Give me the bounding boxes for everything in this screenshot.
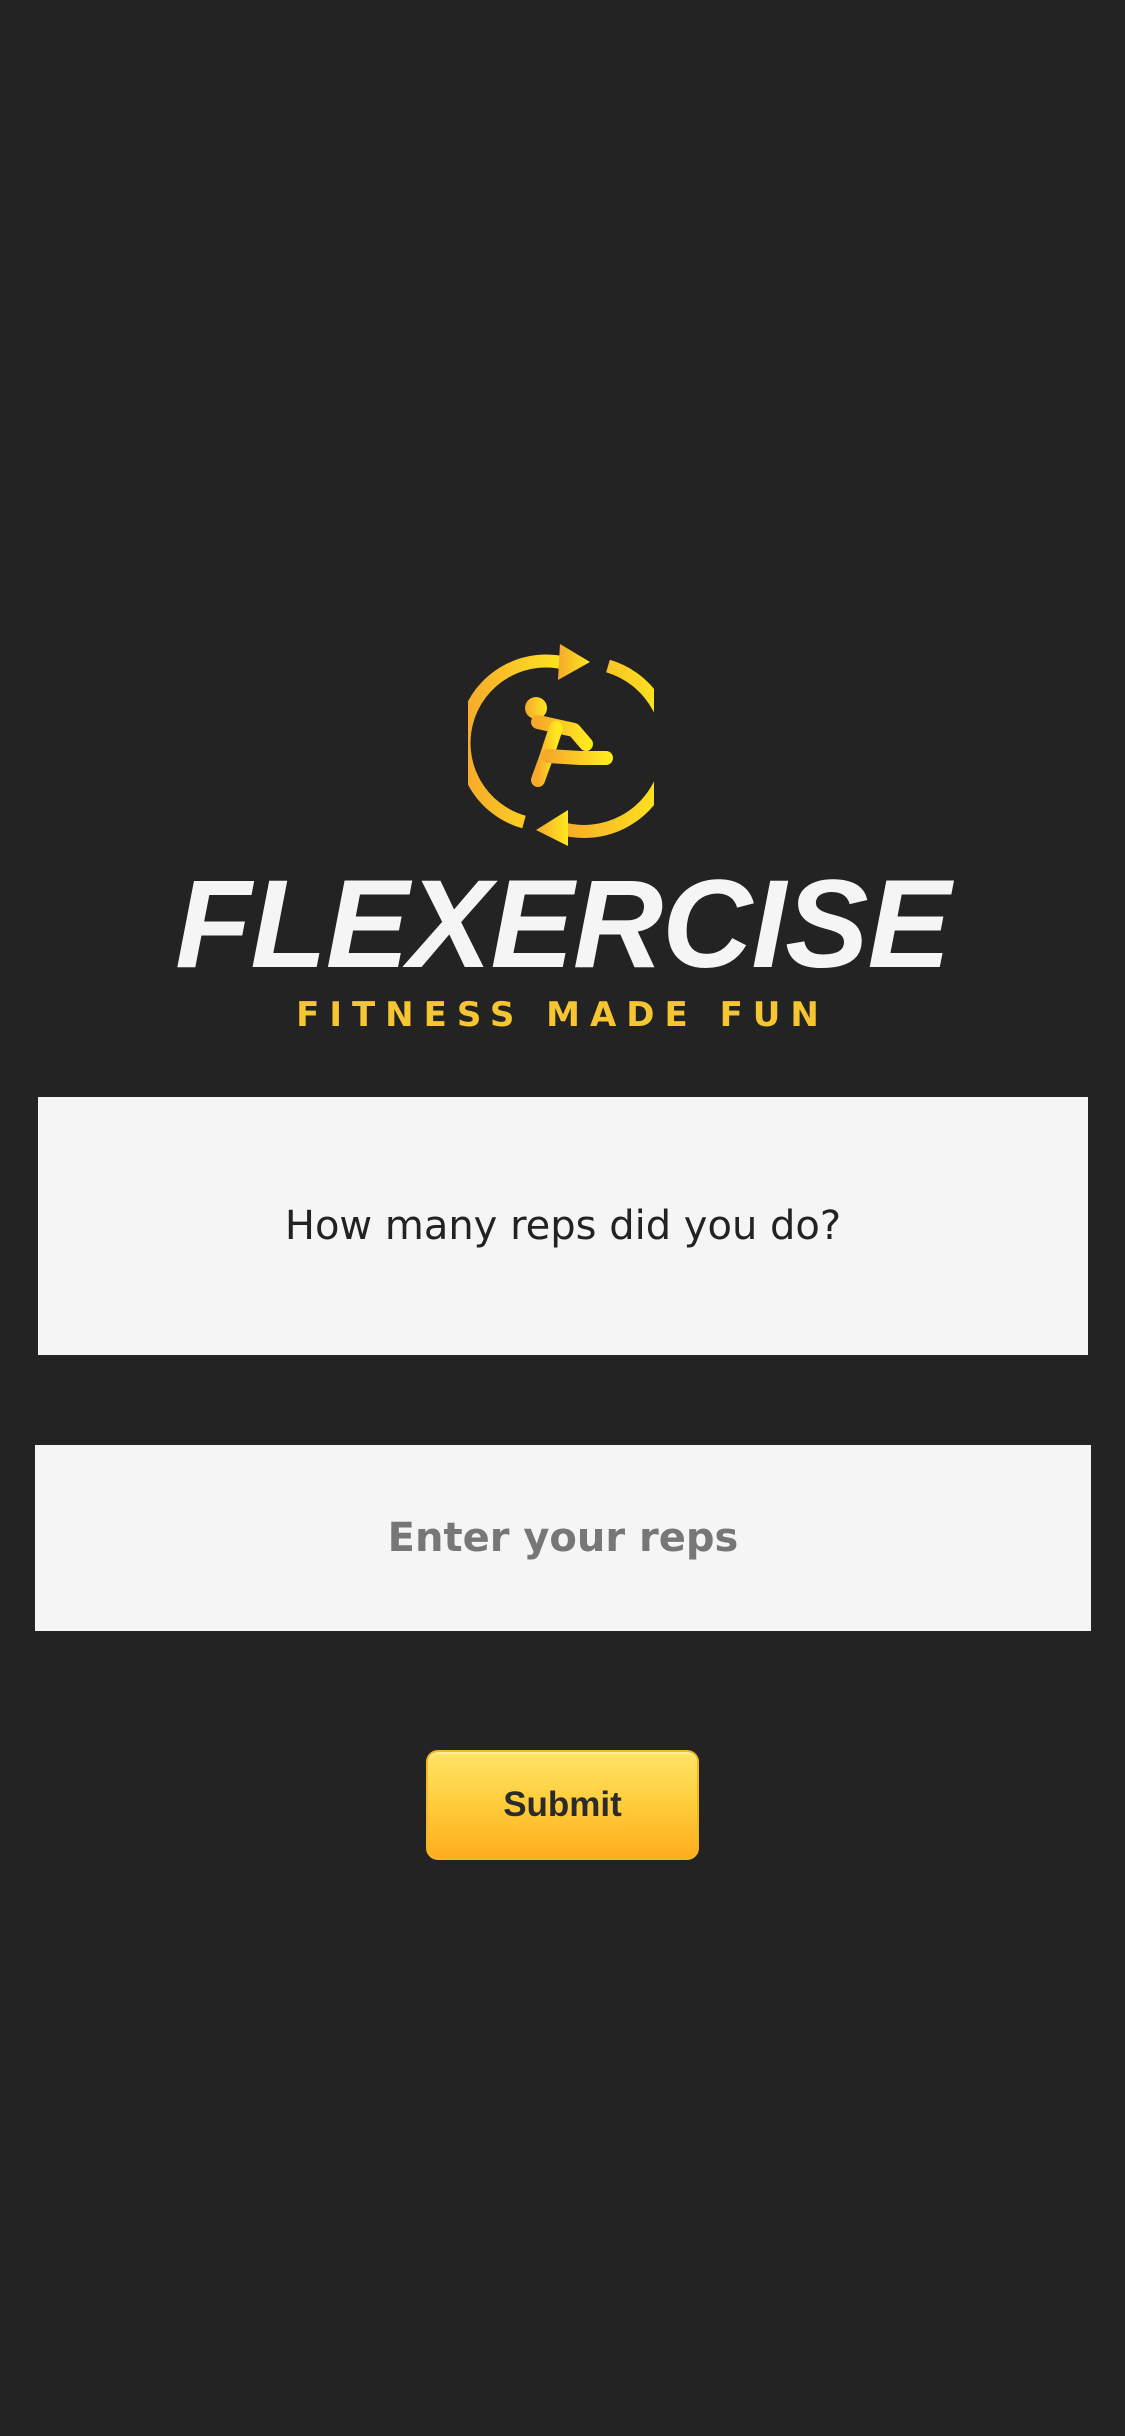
reps-input[interactable] — [35, 1445, 1091, 1631]
submit-button[interactable]: Submit — [426, 1750, 699, 1860]
running-person-cycle-icon — [468, 644, 654, 846]
question-text: How many reps did you do? — [284, 1203, 842, 1249]
brand-tagline: FITNESS MADE FUN — [296, 995, 829, 1035]
question-card: How many reps did you do? — [38, 1097, 1088, 1355]
brand-name: FLEXERCISE — [175, 855, 951, 994]
